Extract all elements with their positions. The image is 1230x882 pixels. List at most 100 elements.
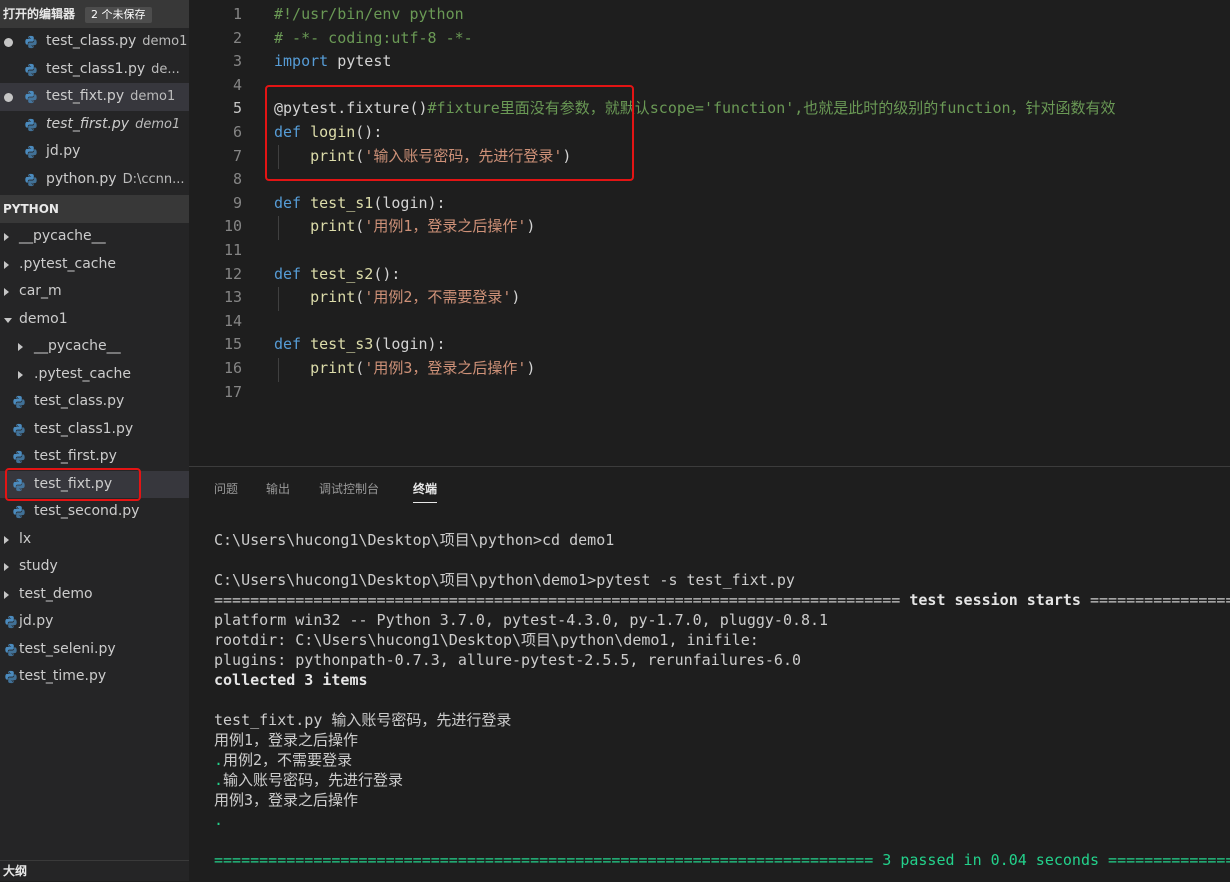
open-editor-item[interactable]: test_class.py demo1 xyxy=(0,28,189,56)
code-token: ( xyxy=(355,217,365,236)
line-number: 13 xyxy=(223,288,242,307)
explorer-folder[interactable]: study xyxy=(0,553,189,581)
code-line[interactable]: 8 xyxy=(189,168,1230,192)
explorer-folder[interactable]: __pycache__ xyxy=(0,223,189,251)
open-editors-header[interactable]: 打开的编辑器 2 个未保存 xyxy=(0,0,189,28)
code-line[interactable]: 15 def test_s3(login): xyxy=(189,333,1230,357)
code-token: print xyxy=(310,217,356,236)
code-line[interactable]: 7 print('输入账号密码，先进行登录') xyxy=(189,145,1230,169)
explorer-file[interactable]: test_second.py xyxy=(0,498,189,526)
explorer-header[interactable]: PYTHON xyxy=(0,195,189,223)
code-token: '用例3，登录之后操作' xyxy=(364,359,527,377)
code-line[interactable]: 3 import pytest xyxy=(189,50,1230,74)
code-line[interactable]: 17 xyxy=(189,381,1230,405)
unsaved-dot-icon[interactable] xyxy=(4,38,13,47)
explorer-folder[interactable]: .pytest_cache xyxy=(0,251,189,279)
chevron-right-icon[interactable] xyxy=(18,370,23,379)
chevron-right-icon[interactable] xyxy=(18,343,23,351)
code-line[interactable]: 14 xyxy=(189,310,1230,334)
chevron-right-icon[interactable] xyxy=(4,288,9,296)
code-line[interactable]: 6 def login(): xyxy=(189,121,1230,145)
code-text: def test_s3(login): xyxy=(274,333,446,357)
code-line[interactable]: 13 print('用例2，不需要登录') xyxy=(189,286,1230,310)
open-editor-item[interactable]: test_fixt.py demo1 xyxy=(0,83,189,111)
explorer-file[interactable]: jd.py xyxy=(0,608,189,636)
explorer-folder[interactable]: demo1 xyxy=(0,306,189,334)
explorer-item-label: test_time.py xyxy=(19,668,107,684)
chevron-right-icon[interactable] xyxy=(4,260,9,269)
code-text: @pytest.fixture()#fixture里面没有参数，就默认scope… xyxy=(274,97,1116,121)
open-editor-item[interactable]: jd.py xyxy=(0,138,189,166)
chevron-right-icon[interactable] xyxy=(4,233,9,241)
chevron-right-icon[interactable] xyxy=(4,563,9,571)
explorer-item-label: test_class1.py xyxy=(34,420,134,437)
terminal-line: 用例1，登录之后操作 xyxy=(214,731,359,749)
terminal-line: .输入账号密码，先进行登录 xyxy=(214,771,404,789)
code-line[interactable]: 2 # -*- coding:utf-8 -*- xyxy=(189,27,1230,51)
tab-debug-console[interactable]: 调试控制台 xyxy=(319,479,379,499)
code-token: (login): xyxy=(373,335,446,354)
explorer-item-label: car_m xyxy=(19,283,62,299)
outline-title: 大纲 xyxy=(3,864,28,878)
tab-terminal[interactable]: 终端 xyxy=(413,479,438,503)
python-file-icon xyxy=(13,505,25,519)
python-file-icon xyxy=(5,643,17,656)
code-token: #!/usr/bin/env python xyxy=(274,5,464,23)
terminal-line: platform win32 -- Python 3.7.0, pytest-4… xyxy=(214,611,829,629)
explorer-file[interactable]: test_class1.py xyxy=(0,416,189,444)
code-line[interactable]: 9 def test_s1(login): xyxy=(189,192,1230,216)
python-file-icon xyxy=(25,173,37,186)
code-line[interactable]: 16 print('用例3，登录之后操作') xyxy=(189,357,1230,381)
explorer-title: PYTHON xyxy=(3,202,59,216)
code-token: '输入账号密码，先进行登录' xyxy=(364,146,563,165)
explorer-file[interactable]: test_fixt.py xyxy=(0,470,189,498)
code-editor[interactable]: 1 #!/usr/bin/env python 2 # -*- coding:utf-… xyxy=(189,0,1230,466)
indent-guide xyxy=(278,216,279,240)
outline-header[interactable]: 大纲 xyxy=(0,860,189,881)
open-editor-item[interactable]: test_first.py demo1 xyxy=(0,111,189,139)
tab-output[interactable]: 输出 xyxy=(266,479,290,499)
code-token: test_s1 xyxy=(310,193,374,212)
code-line[interactable]: 12 def test_s2(): xyxy=(189,263,1230,287)
chevron-right-icon[interactable] xyxy=(4,590,9,599)
open-editor-path: D:\ccnn... xyxy=(122,171,185,187)
explorer-folder[interactable]: test_demo xyxy=(0,581,189,609)
code-text: #!/usr/bin/env python xyxy=(274,3,464,27)
chevron-down-icon[interactable] xyxy=(4,317,12,323)
code-line[interactable]: 11 xyxy=(189,239,1230,263)
code-line[interactable]: 5 @pytest.fixture()#fixture里面没有参数，就默认scop… xyxy=(189,97,1230,121)
code-token: #fixture里面没有参数，就默认scope='function',也就是此时… xyxy=(427,99,1116,118)
explorer-folder[interactable]: lx xyxy=(0,526,189,554)
code-line[interactable]: 1 #!/usr/bin/env python xyxy=(189,3,1230,27)
open-editors-title: 打开的编辑器 xyxy=(3,7,76,21)
code-line[interactable]: 4 xyxy=(189,74,1230,98)
indent-guide xyxy=(278,287,279,311)
explorer-folder[interactable]: car_m xyxy=(0,278,189,306)
tab-problems[interactable]: 问题 xyxy=(214,479,238,499)
open-editor-item[interactable]: test_class1.py de... xyxy=(0,56,189,84)
code-token: print xyxy=(310,288,356,307)
explorer-file[interactable]: test_seleni.py xyxy=(0,636,189,664)
terminal-line: . xyxy=(214,811,224,829)
python-file-icon xyxy=(25,90,37,104)
code-line[interactable]: 10 print('用例1，登录之后操作') xyxy=(189,215,1230,239)
explorer-item-label: test_fixt.py xyxy=(34,475,113,492)
explorer-item-label: __pycache__ xyxy=(34,338,121,354)
explorer-item-label: test_first.py xyxy=(34,448,117,464)
chevron-right-icon[interactable] xyxy=(4,535,9,544)
open-editor-item[interactable]: python.py D:\ccnn... xyxy=(0,166,189,194)
python-file-icon xyxy=(25,35,37,49)
code-token: print xyxy=(310,359,356,377)
code-token: def xyxy=(274,123,302,141)
explorer-file[interactable]: test_class.py xyxy=(0,388,189,416)
explorer-file[interactable]: test_time.py xyxy=(0,663,189,691)
terminal-line: plugins: pythonpath-0.7.3, allure-pytest… xyxy=(214,651,801,669)
unsaved-dot-icon[interactable] xyxy=(4,93,13,102)
code-token: ) xyxy=(562,146,572,165)
code-text: print('输入账号密码，先进行登录') xyxy=(274,145,571,169)
explorer-folder[interactable]: __pycache__ xyxy=(0,333,189,361)
explorer-file[interactable]: test_first.py xyxy=(0,443,189,471)
explorer-folder[interactable]: .pytest_cache xyxy=(0,361,189,389)
